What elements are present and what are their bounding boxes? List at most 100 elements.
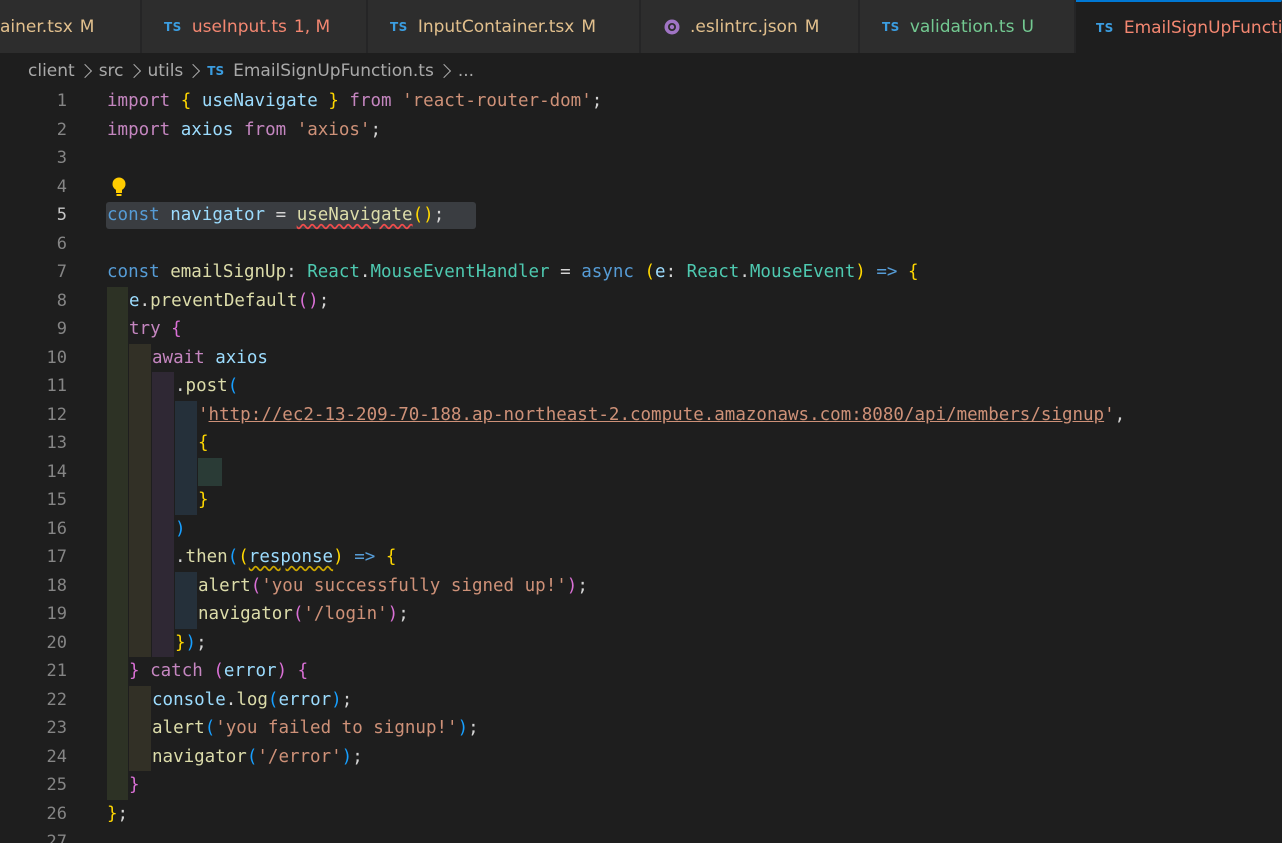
code-line[interactable]: 15 }	[0, 486, 1282, 515]
indent-guide	[107, 714, 128, 743]
operator: =	[275, 205, 287, 225]
url-link[interactable]: http://ec2-13-209-70-188.ap-northeast-2.…	[209, 405, 1105, 425]
code-line[interactable]: 23 alert('you failed to signup!');	[0, 714, 1282, 743]
code-line-current[interactable]: 5 const navigator = useNavigate();	[0, 201, 1282, 230]
code-line[interactable]: 17 .then((response) => {	[0, 543, 1282, 572]
code-line[interactable]: 14	[0, 457, 1282, 486]
indent-guide	[107, 685, 128, 714]
paren: )	[566, 575, 578, 596]
gear-icon	[664, 19, 680, 34]
line-number: 21	[46, 661, 67, 681]
paren: )	[457, 718, 469, 738]
line-number: 15	[46, 490, 67, 510]
brace: {	[180, 91, 192, 111]
code-line[interactable]: 18 alert('you successfully signed up!');	[0, 571, 1282, 600]
function-call: log	[236, 689, 268, 710]
identifier: axios	[215, 347, 268, 368]
code-line[interactable]: 9 try {	[0, 315, 1282, 344]
lightbulb-icon[interactable]	[110, 176, 128, 198]
code-text: await axios	[152, 344, 268, 373]
code-text: }	[129, 771, 140, 800]
indent-guide	[129, 400, 151, 429]
function-call: then	[185, 547, 228, 567]
code-line[interactable]: 19 navigator('/login');	[0, 600, 1282, 629]
indent-guide	[129, 600, 151, 629]
code-line[interactable]: 21 } catch (error) {	[0, 657, 1282, 686]
brace: {	[171, 319, 182, 339]
namespace: React	[307, 262, 360, 282]
indent-guide	[175, 457, 197, 486]
code-line[interactable]: 3	[0, 144, 1282, 173]
punctuation: ;	[117, 803, 129, 824]
keyword: import	[107, 91, 171, 111]
tab-useinput-ts[interactable]: TS useInput.ts 1, M	[142, 0, 367, 53]
code-line[interactable]: 10 await axios	[0, 343, 1282, 373]
code-line[interactable]: 16 )	[0, 514, 1282, 543]
tab-inputcontainer-tsx[interactable]: TS InputContainer.tsx M	[368, 0, 640, 53]
code-line[interactable]: 6	[0, 230, 1282, 259]
code-line[interactable]: 20 });	[0, 628, 1282, 658]
punctuation: :	[665, 262, 677, 282]
punctuation: .	[175, 376, 186, 396]
breadcrumb-item-client[interactable]: client	[28, 61, 75, 81]
paren: (	[227, 376, 239, 396]
tab-container-tsx[interactable]: ainer.tsx M	[0, 0, 141, 53]
code-text: });	[175, 629, 207, 658]
code-line[interactable]: 25 }	[0, 771, 1282, 800]
string: 'you failed to signup!'	[215, 718, 458, 738]
code-editor[interactable]: 1 import { useNavigate } from 'react-rou…	[0, 87, 1282, 843]
tab-label: validation.ts	[909, 16, 1015, 37]
tab-validation-ts[interactable]: TS validation.ts U	[860, 0, 1075, 53]
keyword: from	[244, 119, 287, 140]
punctuation: .	[225, 689, 237, 710]
code-line[interactable]: 13 {	[0, 429, 1282, 458]
line-number: 10	[46, 347, 67, 368]
brace: {	[907, 262, 919, 282]
code-line[interactable]: 4	[0, 173, 1282, 202]
line-number: 1	[56, 91, 67, 111]
paren: (	[250, 575, 262, 596]
identifier: axios	[180, 119, 234, 140]
code-line[interactable]: 11 .post(	[0, 372, 1282, 401]
indent-guide	[152, 600, 174, 629]
paren: (	[204, 718, 216, 738]
chevron-right-icon	[436, 63, 451, 79]
code-line[interactable]: 26 };	[0, 800, 1282, 829]
code-line[interactable]: 2 import axios from 'axios';	[0, 116, 1282, 145]
breadcrumb-item-more[interactable]: ...	[458, 61, 474, 81]
chevron-right-icon	[77, 63, 92, 79]
indent-guide	[107, 628, 128, 657]
indent-guide	[107, 514, 128, 543]
line-number: 11	[46, 376, 67, 396]
type: MouseEvent	[749, 262, 856, 282]
punctuation: .	[359, 262, 371, 282]
string-quote: '	[198, 404, 209, 425]
string: '/login'	[303, 604, 388, 624]
function-call-error[interactable]: useNavigate	[297, 205, 413, 225]
tab-label: useInput.ts	[191, 16, 287, 37]
tab-eslintrc-json[interactable]: .eslintrc.json M	[641, 0, 859, 53]
code-line[interactable]: 7 const emailSignUp: React.MouseEventHan…	[0, 258, 1282, 287]
punctuation: ;	[591, 91, 603, 111]
function-call: navigator	[152, 746, 247, 767]
code-line[interactable]: 24 navigator('/error');	[0, 742, 1282, 771]
parameter: e	[655, 262, 666, 282]
breadcrumb-item-file[interactable]: EmailSignUpFunction.ts	[233, 61, 434, 81]
tab-status-badge: 1, M	[293, 16, 331, 37]
code-line[interactable]: 27	[0, 828, 1282, 843]
typescript-file-icon: TS	[390, 19, 408, 34]
line-number: 2	[56, 119, 67, 140]
paren: )	[175, 518, 186, 539]
tab-emailsignupfunction-ts[interactable]: TS EmailSignUpFuncti	[1076, 0, 1282, 53]
parameter-warning[interactable]: response	[249, 547, 333, 567]
code-line[interactable]: 8 e.preventDefault();	[0, 286, 1282, 315]
breadcrumb-item-src[interactable]: src	[99, 61, 124, 81]
indent-guide	[175, 486, 197, 515]
code-line[interactable]: 22 console.log(error);	[0, 685, 1282, 714]
code-line[interactable]: 1 import { useNavigate } from 'react-rou…	[0, 87, 1282, 116]
code-line[interactable]: 12 'http://ec2-13-209-70-188.ap-northeas…	[0, 400, 1282, 429]
identifier: useNavigate	[201, 91, 318, 111]
breadcrumb-item-utils[interactable]: utils	[148, 61, 184, 81]
paren: (	[213, 661, 224, 681]
line-number: 16	[46, 518, 67, 539]
